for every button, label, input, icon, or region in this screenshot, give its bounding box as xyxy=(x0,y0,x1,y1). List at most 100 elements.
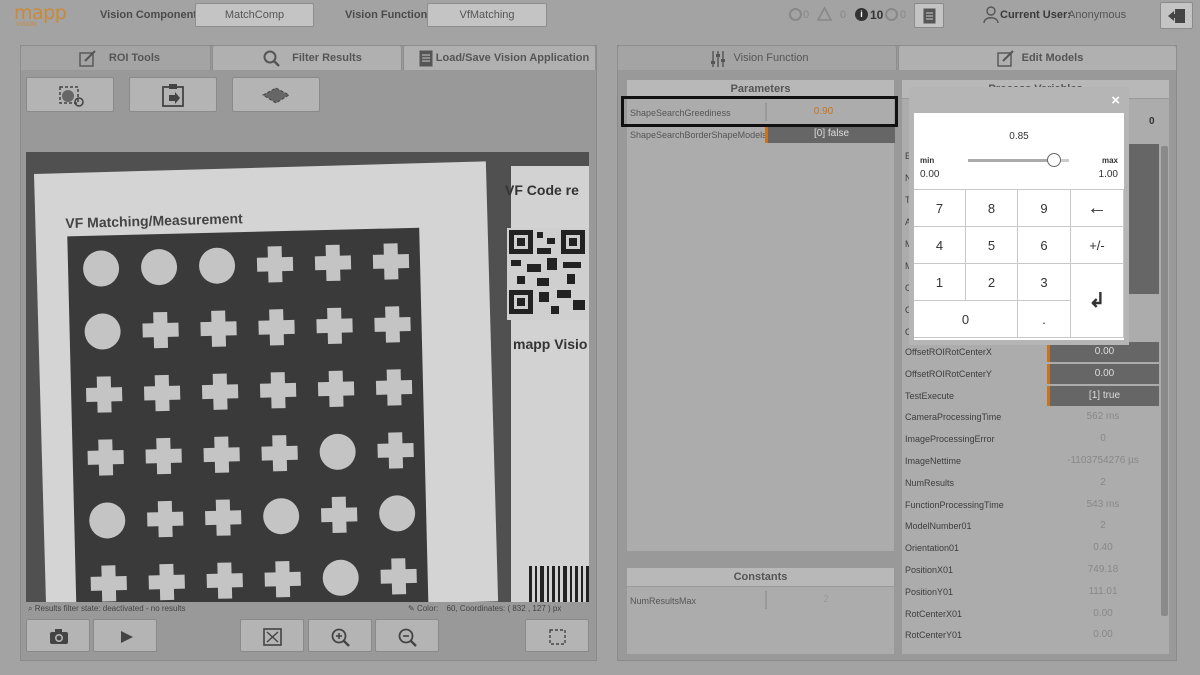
grid-cell xyxy=(192,425,251,484)
sliders-icon xyxy=(711,51,725,67)
pv-name: CameraProcessingTime xyxy=(905,412,1002,423)
fit-to-screen-button[interactable] xyxy=(240,619,304,652)
grid-cell xyxy=(250,424,309,483)
warning-icon[interactable] xyxy=(817,7,832,21)
key-9[interactable]: 9 xyxy=(1018,190,1071,227)
slider-max-value: 1.00 xyxy=(1098,169,1118,180)
zoom-in-button[interactable] xyxy=(308,619,372,652)
current-user-label: Current User: xyxy=(1000,9,1071,21)
pv-value: 562 ms xyxy=(1086,411,1120,423)
grid-cell xyxy=(247,298,306,357)
sign-toggle-key[interactable]: +/- xyxy=(1071,227,1124,264)
tab-edit-models[interactable]: Edit Models xyxy=(898,45,1177,70)
value-slider-thumb[interactable] xyxy=(1046,153,1061,167)
cross-shape xyxy=(321,496,358,533)
grid-cell xyxy=(129,237,188,296)
coord-x-value: 832 xyxy=(512,604,526,613)
search-icon xyxy=(263,50,280,67)
capture-image-button[interactable] xyxy=(26,619,90,652)
select-region-button[interactable] xyxy=(525,619,589,652)
tab-filter-results[interactable]: Filter Results xyxy=(212,45,402,70)
key-5[interactable]: 5 xyxy=(966,227,1018,264)
grid-cell xyxy=(190,362,249,421)
tab-vision-function[interactable]: Vision Function xyxy=(617,45,897,70)
log-document-button[interactable] xyxy=(914,3,944,28)
circle-shape xyxy=(88,502,126,539)
edit-icon xyxy=(79,50,96,67)
parameter-name: ShapeSearchBorderShapeModels xyxy=(630,130,767,140)
slider-min-value: 0.00 xyxy=(920,169,940,180)
pv-name: PositionX01 xyxy=(905,565,954,575)
tab-load-save[interactable]: Load/Save Vision Application xyxy=(403,45,596,70)
pv-value: 2 xyxy=(1100,520,1106,532)
error-icon[interactable] xyxy=(789,8,802,21)
decimal-key[interactable]: . xyxy=(1018,301,1071,338)
constants-header: Constants xyxy=(627,568,894,586)
grid-cell xyxy=(363,295,422,354)
pv-value[interactable]: 0.00 xyxy=(1047,363,1159,384)
cross-shape xyxy=(142,312,179,349)
parameter-value-toggle[interactable]: [0] false xyxy=(765,125,895,143)
backspace-key[interactable]: ← xyxy=(1071,190,1124,227)
coord-y-value: 127 xyxy=(532,604,546,613)
pv-value: 543 ms xyxy=(1086,498,1120,510)
coord-separator: , xyxy=(527,604,531,613)
key-7[interactable]: 7 xyxy=(914,190,966,227)
logout-button[interactable] xyxy=(1160,2,1193,29)
enter-key[interactable]: ↲ xyxy=(1071,264,1124,338)
pv-name: TestExecute xyxy=(905,390,955,401)
search-icon: ⌕ xyxy=(28,604,33,613)
key-1[interactable]: 1 xyxy=(914,264,966,301)
error-count: 0 xyxy=(803,9,810,21)
grid-cell xyxy=(79,554,138,602)
roi-region-tool-button[interactable] xyxy=(232,77,320,112)
grid-cell xyxy=(73,302,132,361)
top-bar: mapp VISION Vision Component: MatchComp … xyxy=(0,0,1200,31)
key-8[interactable]: 8 xyxy=(966,190,1018,227)
cross-shape xyxy=(261,435,298,472)
circle-shape xyxy=(140,248,178,286)
value-slider-track[interactable] xyxy=(968,153,1069,167)
info-icon[interactable]: i xyxy=(855,8,868,21)
tab-roi-tools[interactable]: ROI Tools xyxy=(20,45,211,70)
pv-value: 111.01 xyxy=(1088,585,1118,597)
key-0[interactable]: 0 xyxy=(914,301,1018,338)
cross-shape xyxy=(258,309,295,346)
key-2[interactable]: 2 xyxy=(966,264,1018,301)
close-popup-button[interactable]: × xyxy=(1111,92,1120,109)
cross-shape xyxy=(264,561,301,598)
code-sheet: VF Code re mapp Visio xyxy=(505,166,589,602)
coordinates-label: , Coordinates: ( xyxy=(455,604,511,613)
pv-value[interactable]: [1] true xyxy=(1047,385,1159,406)
vision-function-field[interactable]: VfMatching xyxy=(427,3,547,27)
pv-name: OffsetROIRotCenterY xyxy=(905,368,992,379)
circle-shape xyxy=(84,313,122,350)
pv-name: ModelNumber01 xyxy=(905,521,972,532)
camera-image-view[interactable]: VF Matching/Measurement VF Code re mapp … xyxy=(26,152,589,602)
ok-icon[interactable] xyxy=(885,8,898,21)
grid-cell xyxy=(308,422,367,481)
key-3[interactable]: 3 xyxy=(1018,264,1071,301)
roi-transfer-tool-button[interactable] xyxy=(129,77,217,112)
roi-edit-tool-button[interactable] xyxy=(26,77,114,112)
cross-shape xyxy=(257,246,294,283)
pv-value[interactable]: 0.00 xyxy=(1047,342,1159,362)
circle-shape xyxy=(82,250,120,287)
grid-cell xyxy=(76,428,135,487)
cross-shape xyxy=(144,375,181,412)
zoom-out-button[interactable] xyxy=(375,619,439,652)
pv-name: OffsetROIRotCenterX xyxy=(905,347,992,357)
grid-cell xyxy=(245,235,304,294)
cross-shape xyxy=(145,438,182,475)
scrollbar[interactable] xyxy=(1161,146,1168,616)
vision-component-field[interactable]: MatchComp xyxy=(195,3,314,27)
key-4[interactable]: 4 xyxy=(914,227,966,264)
cross-shape xyxy=(377,432,414,469)
selection-icon xyxy=(549,629,566,645)
selected-parameter-highlight xyxy=(621,96,898,127)
grid-cell xyxy=(134,426,193,485)
key-6[interactable]: 6 xyxy=(1018,227,1071,264)
grid-cell xyxy=(364,358,423,417)
pv-value: 749.18 xyxy=(1087,564,1119,575)
run-button[interactable] xyxy=(93,619,157,652)
